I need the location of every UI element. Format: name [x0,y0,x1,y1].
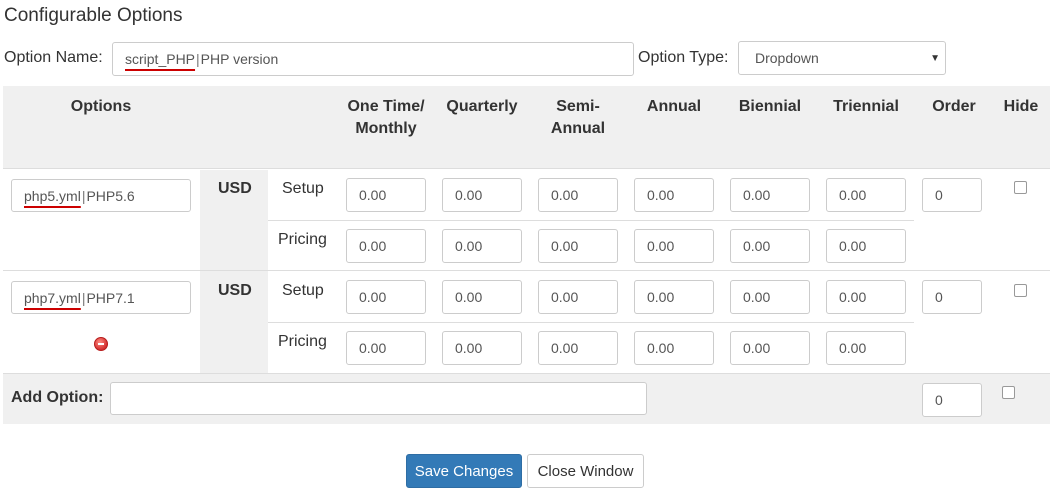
row-1-pricing-quarterly[interactable]: 0.00 [442,229,522,263]
row-1-setup-annual[interactable]: 0.00 [634,178,714,212]
option-name-label: Option Name: [4,49,103,66]
header-semi-annual: Semi- Annual [550,98,606,137]
row-1-setup-semiannual[interactable]: 0.00 [538,178,618,212]
row-2-pricing-triennial[interactable]: 0.00 [826,331,906,365]
option-row-1-text: PHP5.6 [86,187,135,204]
row-1-hide-checkbox[interactable] [1014,181,1027,194]
option-row-2-key: php7.yml [24,289,81,306]
row-1-currency: USD [218,180,252,197]
header-options: Options [70,98,132,115]
row-2-setup-semiannual[interactable]: 0.00 [538,280,618,314]
row-2-pricing-semiannual[interactable]: 0.00 [538,331,618,365]
row-2-divider [268,322,914,323]
header-order: Order [932,98,976,115]
header-biennial: Biennial [738,98,802,115]
row-2-setup-label: Setup [282,282,324,299]
header-quarterly: Quarterly [446,98,518,115]
row-2-hide-checkbox[interactable] [1014,284,1027,297]
row-2-pricing-quarterly[interactable]: 0.00 [442,331,522,365]
row-1-pricing-triennial[interactable]: 0.00 [826,229,906,263]
add-option-input[interactable] [110,382,647,415]
row-1-pricing-annual[interactable]: 0.00 [634,229,714,263]
header-hide: Hide [1003,98,1039,115]
row-2-pricing-biennial[interactable]: 0.00 [730,331,810,365]
option-row-1-name-input[interactable]: php5.yml | PHP5.6 [11,179,191,212]
row-1-setup-triennial[interactable]: 0.00 [826,178,906,212]
option-name-input[interactable]: script_PHP | PHP version [112,42,634,76]
page-title: Configurable Options [4,5,183,26]
row-2-pricing-label: Pricing [278,333,327,350]
add-option-hide-checkbox[interactable] [1002,386,1015,399]
row-1-pricing-label: Pricing [278,231,327,248]
option-name-key: script_PHP [125,51,196,67]
row-2-setup-monthly[interactable]: 0.00 [346,280,426,314]
row-1-setup-biennial[interactable]: 0.00 [730,178,810,212]
option-type-selected: Dropdown [755,50,819,66]
row-1-setup-monthly[interactable]: 0.00 [346,178,426,212]
option-name-text: PHP version [200,51,279,67]
add-option-order-input[interactable]: 0 [922,383,982,417]
row-2-setup-annual[interactable]: 0.00 [634,280,714,314]
dropdown-caret-icon: ▼ [930,53,940,64]
row-2-setup-quarterly[interactable]: 0.00 [442,280,522,314]
row-1-order-input[interactable]: 0 [922,178,982,212]
option-row-2-name-input[interactable]: php7.yml | PHP7.1 [11,281,191,314]
header-triennial: Triennial [833,98,899,115]
row-separator [3,270,1050,271]
row-1-setup-label: Setup [282,180,324,197]
close-window-button[interactable]: Close Window [527,454,644,488]
row-2-setup-biennial[interactable]: 0.00 [730,280,810,314]
option-type-select[interactable]: Dropdown ▼ [738,41,946,75]
header-annual: Annual [646,98,702,115]
remove-option-icon[interactable] [94,337,108,351]
row-1-divider [268,220,914,221]
row-2-order-input[interactable]: 0 [922,280,982,314]
header-one-time-monthly: One Time/ Monthly [347,98,425,137]
row-2-pricing-monthly[interactable]: 0.00 [346,331,426,365]
save-changes-button[interactable]: Save Changes [406,454,522,488]
row-2-pricing-annual[interactable]: 0.00 [634,331,714,365]
row-1-pricing-monthly[interactable]: 0.00 [346,229,426,263]
option-type-label: Option Type: [638,49,729,66]
row-2-currency: USD [218,282,252,299]
row-1-pricing-biennial[interactable]: 0.00 [730,229,810,263]
option-row-1-key: php5.yml [24,187,81,204]
row-1-pricing-semiannual[interactable]: 0.00 [538,229,618,263]
option-row-2-text: PHP7.1 [86,289,135,306]
row-2-setup-triennial[interactable]: 0.00 [826,280,906,314]
add-option-label: Add Option: [11,389,104,406]
currency-column [200,170,268,373]
row-1-setup-quarterly[interactable]: 0.00 [442,178,522,212]
